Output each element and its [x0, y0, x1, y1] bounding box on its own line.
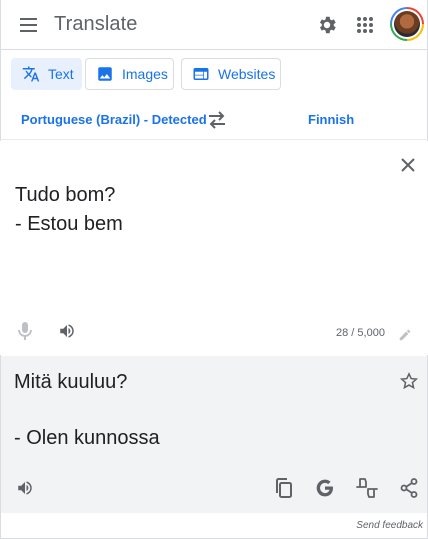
- translation-line: Mitä kuuluu?: [14, 371, 128, 393]
- tab-images[interactable]: Images: [85, 58, 174, 90]
- language-bar: Portuguese (Brazil) - Detected Finnish: [0, 100, 428, 140]
- source-input[interactable]: Tudo bom? - Estou bem: [15, 181, 123, 239]
- tab-text-label: Text: [48, 66, 74, 82]
- source-volume-icon[interactable]: [56, 320, 78, 342]
- google-g-icon[interactable]: [314, 477, 336, 499]
- image-icon: [98, 67, 112, 81]
- source-line: - Estou bem: [15, 213, 123, 235]
- swap-arrows-icon[interactable]: [205, 108, 229, 132]
- share-icon[interactable]: [398, 477, 420, 499]
- target-language-button[interactable]: Finnish: [308, 112, 354, 127]
- source-text-panel: Tudo bom? - Estou bem 28 / 5,000: [0, 141, 428, 355]
- tab-websites-label: Websites: [218, 66, 276, 82]
- copy-icon[interactable]: [273, 477, 295, 499]
- gear-icon[interactable]: [312, 10, 342, 40]
- avatar-photo: [394, 11, 420, 37]
- source-line: Tudo bom?: [15, 184, 116, 206]
- hamburger-menu-icon[interactable]: [14, 10, 44, 40]
- tab-images-label: Images: [122, 66, 168, 82]
- rate-translation-icon[interactable]: [355, 477, 379, 499]
- star-outline-icon[interactable]: [398, 370, 420, 392]
- web-icon: [193, 68, 209, 80]
- user-avatar[interactable]: [390, 7, 424, 41]
- source-language-button[interactable]: Portuguese (Brazil) - Detected: [21, 112, 207, 127]
- translation-panel: Mitä kuuluu? - Olen kunnossa: [1, 356, 427, 513]
- avatar-border: [392, 9, 422, 39]
- translation-volume-icon[interactable]: [14, 477, 36, 499]
- app-header: Translate: [0, 0, 428, 50]
- app-title: Translate: [54, 13, 138, 35]
- translate-icon: [22, 66, 40, 82]
- tab-text[interactable]: Text: [11, 58, 82, 90]
- send-feedback-link[interactable]: Send feedback: [356, 520, 423, 531]
- translation-line: [14, 396, 160, 424]
- pencil-icon[interactable]: [397, 327, 413, 343]
- tab-websites[interactable]: Websites: [181, 58, 281, 90]
- translation-output: Mitä kuuluu? - Olen kunnossa: [14, 368, 160, 452]
- apps-grid-icon[interactable]: [350, 10, 380, 40]
- character-count: 28 / 5,000: [336, 327, 385, 339]
- microphone-icon[interactable]: [14, 320, 36, 342]
- close-icon[interactable]: [396, 153, 420, 177]
- translation-line: - Olen kunnossa: [14, 427, 160, 449]
